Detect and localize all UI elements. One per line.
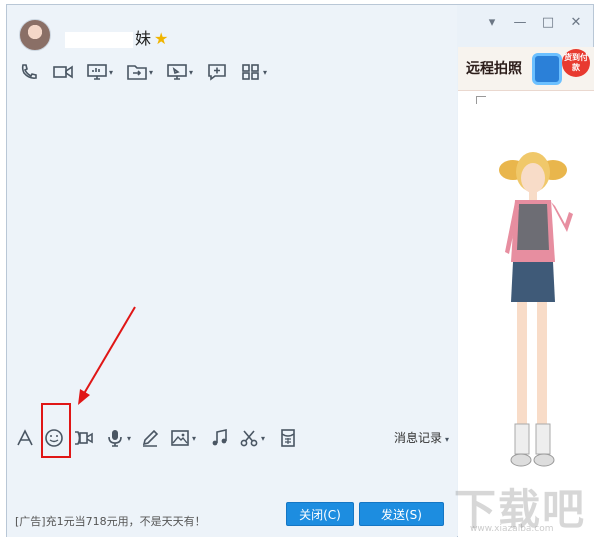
phone-icon — [21, 64, 37, 79]
annotation-arrow — [78, 306, 136, 405]
smartwatch-image — [532, 53, 562, 85]
font-button[interactable] — [15, 427, 35, 449]
name-redaction — [65, 31, 133, 48]
voice-icon — [108, 430, 122, 447]
annotation-highlight-box — [41, 403, 71, 458]
window-controls: ▾ — □ ✕ — [485, 15, 583, 29]
avatar[interactable] — [19, 19, 51, 51]
chevron-down-icon: ▾ — [192, 433, 197, 443]
ad-badge: 货到付款 — [562, 49, 590, 77]
ad-panel: 远程拍照 货到付款 — [458, 47, 594, 537]
chat-window: 妹 ★ ▾ ▾ ▾ ▾ ▾ ▾ ▾ 消息记录 ▾ [广告]充1元当718元用，不… — [6, 4, 594, 537]
promo-ad-link[interactable]: [广告]充1元当718元用，不是天天有！ — [15, 513, 206, 529]
remote-desktop-button[interactable]: ▾ — [167, 61, 193, 83]
chevron-down-icon: ▾ — [127, 433, 132, 443]
chevron-down-icon: ▾ — [444, 435, 449, 444]
watermark-url: www.xiazaiba.com — [470, 524, 554, 534]
add-chat-button[interactable] — [207, 61, 227, 83]
apps-grid-icon — [242, 64, 259, 80]
ad-corner-mark — [476, 96, 486, 104]
voice-message-button[interactable]: ▾ — [105, 427, 131, 449]
title-bar: 妹 ★ — [7, 5, 457, 55]
contact-name-text: 妹 — [135, 29, 152, 48]
image-button[interactable]: ▾ — [170, 427, 196, 449]
add-chat-icon — [208, 64, 226, 81]
input-toolbar: ▾ ▾ ▾ 消息记录 ▾ — [7, 423, 457, 453]
image-icon — [171, 430, 189, 446]
chevron-down-icon: ▾ — [263, 67, 268, 77]
message-input[interactable] — [7, 455, 457, 497]
chevron-down-icon[interactable]: ▾ — [485, 15, 499, 29]
file-transfer-button[interactable]: ▾ — [127, 61, 153, 83]
screen-share-icon — [87, 64, 107, 80]
apps-button[interactable]: ▾ — [241, 61, 267, 83]
screenshot-button[interactable]: ▾ — [239, 427, 265, 449]
message-history-label: 消息记录 — [393, 431, 442, 445]
handwriting-button[interactable] — [140, 427, 160, 449]
top-toolbar: ▾ ▾ ▾ ▾ — [19, 61, 281, 83]
contact-name[interactable]: 妹 ★ — [65, 25, 169, 48]
music-button[interactable] — [210, 427, 230, 449]
file-transfer-icon — [127, 65, 147, 80]
screenshot-icon — [240, 430, 258, 447]
chevron-down-icon: ▾ — [189, 67, 194, 77]
ad-banner-text: 远程拍照 — [466, 61, 522, 77]
ad-banner[interactable]: 远程拍照 货到付款 — [458, 47, 594, 91]
font-icon — [17, 429, 33, 446]
voice-call-button[interactable] — [19, 61, 39, 83]
minimize-icon[interactable]: — — [513, 15, 527, 29]
star-icon: ★ — [154, 29, 169, 48]
video-camera-icon — [53, 65, 73, 79]
chat-area: 妹 ★ ▾ ▾ ▾ ▾ ▾ ▾ ▾ 消息记录 ▾ [广告]充1元当718元用，不… — [7, 5, 457, 537]
chevron-down-icon: ▾ — [261, 433, 266, 443]
show-avatar-image — [499, 152, 573, 467]
send-button[interactable]: 发送(S) — [359, 502, 444, 526]
music-icon — [212, 429, 227, 446]
chevron-down-icon: ▾ — [109, 67, 114, 77]
red-packet-button[interactable] — [278, 427, 298, 449]
chevron-down-icon: ▾ — [149, 67, 154, 77]
handwriting-icon — [142, 429, 159, 447]
video-msg-icon — [75, 431, 93, 445]
message-history-button[interactable]: 消息记录 ▾ — [394, 429, 449, 446]
video-call-button[interactable] — [53, 61, 73, 83]
screen-share-button[interactable]: ▾ — [87, 61, 113, 83]
remote-desktop-icon — [167, 64, 187, 80]
video-message-button[interactable] — [73, 427, 93, 449]
red-packet-icon — [281, 429, 295, 447]
maximize-icon[interactable]: □ — [541, 15, 555, 29]
close-button[interactable]: 关闭(C) — [286, 502, 354, 526]
close-icon[interactable]: ✕ — [569, 15, 583, 29]
